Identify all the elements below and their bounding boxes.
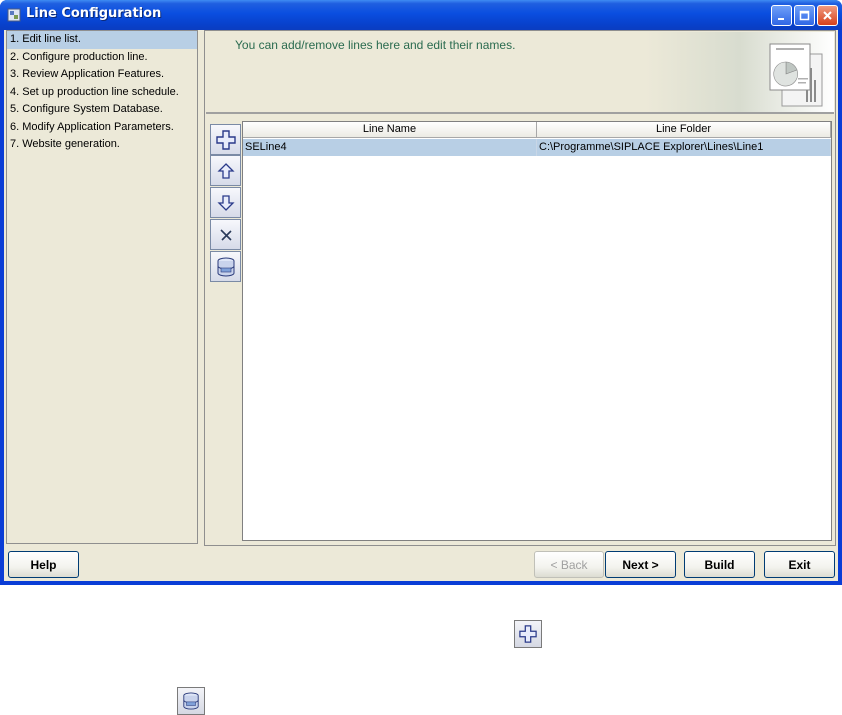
table-row[interactable]: SELine4 C:\Programme\SIPLACE Explorer\Li… (243, 139, 831, 156)
step-setup-schedule[interactable]: 4. Set up production line schedule. (7, 84, 197, 102)
cell-line-folder[interactable]: C:\Programme\SIPLACE Explorer\Lines\Line… (537, 139, 831, 156)
minimize-button[interactable] (771, 5, 792, 26)
window-bottom-border (0, 581, 842, 585)
add-line-button[interactable] (210, 124, 241, 155)
add-icon-callout (514, 620, 542, 648)
app-icon (7, 8, 21, 22)
step-modify-application-parameters[interactable]: 6. Modify Application Parameters. (7, 119, 197, 137)
close-icon (823, 11, 832, 20)
add-icon (215, 129, 236, 150)
build-button[interactable]: Build (684, 551, 755, 578)
add-icon (519, 625, 537, 643)
step-website-generation[interactable]: 7. Website generation. (7, 136, 197, 154)
minimize-icon (778, 18, 784, 20)
step-review-application-features[interactable]: 3. Review Application Features. (7, 66, 197, 84)
maximize-button[interactable] (794, 5, 815, 26)
move-up-icon (216, 162, 235, 179)
cell-line-name[interactable]: SELine4 (243, 139, 537, 156)
window-client-area: 1. Edit line list. 2. Configure producti… (4, 30, 838, 581)
delete-line-button[interactable] (210, 219, 241, 250)
column-header-line-name[interactable]: Line Name (243, 122, 537, 138)
exit-button[interactable]: Exit (764, 551, 835, 578)
database-icon-callout (177, 687, 205, 715)
database-button[interactable] (210, 251, 241, 282)
column-header-line-folder[interactable]: Line Folder (537, 122, 831, 138)
window-title: Line Configuration (26, 6, 162, 21)
move-up-button[interactable] (210, 155, 241, 186)
main-panel: You can add/remove lines here and edit t… (204, 30, 836, 546)
title-bar[interactable]: Line Configuration (0, 0, 842, 30)
move-down-icon (216, 194, 235, 211)
banner-text: You can add/remove lines here and edit t… (235, 38, 516, 52)
lines-table: Line Name Line Folder SELine4 C:\Program… (242, 121, 832, 541)
delete-icon (219, 228, 232, 241)
database-icon (183, 692, 199, 710)
info-banner: You can add/remove lines here and edit t… (206, 32, 834, 114)
close-button[interactable] (817, 5, 838, 26)
step-configure-system-database[interactable]: 5. Configure System Database. (7, 101, 197, 119)
report-document-icon (769, 43, 823, 107)
move-down-button[interactable] (210, 187, 241, 218)
line-configuration-window: Line Configuration 1. Edit line list. 2.… (0, 0, 842, 585)
back-button[interactable]: < Back (534, 551, 604, 578)
maximize-icon (799, 10, 810, 21)
database-icon (217, 257, 234, 276)
step-edit-line-list[interactable]: 1. Edit line list. (7, 31, 197, 49)
next-button[interactable]: Next > (605, 551, 676, 578)
table-header: Line Name Line Folder (243, 122, 831, 138)
step-configure-production-line[interactable]: 2. Configure production line. (7, 49, 197, 67)
steps-panel: 1. Edit line list. 2. Configure producti… (6, 30, 198, 544)
help-button[interactable]: Help (8, 551, 79, 578)
